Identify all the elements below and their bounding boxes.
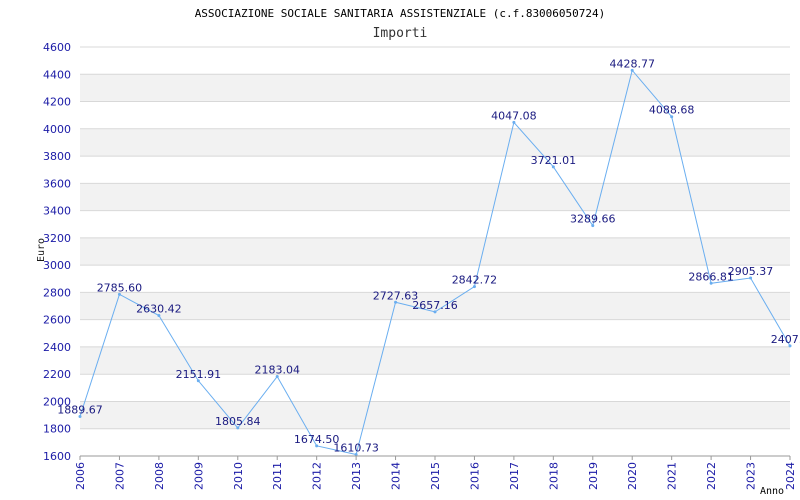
y-tick-label: 2200 (43, 368, 71, 381)
grid-band (80, 183, 790, 211)
data-label: 2842.72 (452, 274, 498, 287)
x-tick-label: 2020 (626, 462, 639, 490)
data-label: 2151.91 (176, 368, 222, 381)
y-tick-label: 4000 (43, 123, 71, 136)
x-tick-label: 2023 (745, 462, 758, 490)
line-chart: ASSOCIAZIONE SOCIALE SANITARIA ASSISTENZ… (36, 7, 800, 497)
x-tick-label: 2007 (113, 462, 126, 490)
x-axis-label: Anno (760, 486, 784, 497)
data-label: 4088.68 (649, 104, 695, 117)
data-label: 1805.84 (215, 415, 261, 428)
data-label: 2630.42 (136, 303, 182, 316)
x-tick-label: 2018 (547, 462, 560, 490)
grid-band (80, 237, 790, 266)
y-tick-label: 3000 (43, 259, 71, 272)
y-tick-label: 1800 (43, 423, 71, 436)
grid-band (80, 401, 790, 429)
y-tick-label: 4200 (43, 96, 71, 109)
x-tick-label: 2016 (468, 462, 481, 490)
data-label: 3289.66 (570, 213, 616, 226)
x-tick-label: 2022 (705, 462, 718, 490)
chart-subtitle: Importi (373, 26, 428, 41)
y-tick-label: 3800 (43, 150, 71, 163)
x-tick-label: 2015 (429, 462, 442, 490)
data-label: 2183.04 (254, 364, 300, 377)
grid-band (80, 74, 790, 102)
data-label: 2905.37 (728, 265, 774, 278)
y-tick-label: 2800 (43, 286, 71, 299)
x-tick-label: 2011 (271, 462, 284, 490)
data-label: 2407.5 (771, 333, 800, 346)
data-label: 2785.60 (97, 281, 143, 294)
x-tick-label: 2019 (587, 462, 600, 490)
y-tick-label: 4600 (43, 41, 71, 54)
data-label: 1889.67 (57, 404, 103, 417)
x-tick-label: 2010 (232, 462, 245, 490)
y-tick-label: 3600 (43, 177, 71, 190)
y-tick-label: 4400 (43, 68, 71, 81)
x-tick-label: 2024 (784, 462, 797, 490)
x-tick-label: 2012 (311, 462, 324, 490)
x-tick-label: 2017 (508, 462, 521, 490)
x-tick-label: 2013 (350, 462, 363, 490)
x-tick-label: 2021 (666, 462, 679, 490)
y-axis-label: Euro (36, 238, 47, 262)
x-tick-label: 2009 (192, 462, 205, 490)
data-label: 2657.16 (412, 299, 458, 312)
data-label: 1610.73 (333, 442, 379, 455)
data-label: 4428.77 (609, 57, 655, 70)
x-tick-label: 2006 (74, 462, 87, 490)
y-tick-label: 3400 (43, 205, 71, 218)
y-tick-label: 2400 (43, 341, 71, 354)
data-label: 4047.08 (491, 109, 537, 122)
data-label: 3721.01 (531, 154, 577, 167)
chart-title: ASSOCIAZIONE SOCIALE SANITARIA ASSISTENZ… (195, 7, 606, 20)
grid-band (80, 128, 790, 157)
x-tick-label: 2008 (153, 462, 166, 490)
x-tick-label: 2014 (390, 462, 403, 490)
y-tick-label: 1600 (43, 450, 71, 463)
y-tick-label: 2600 (43, 314, 71, 327)
y-tick-label: 3200 (43, 232, 71, 245)
